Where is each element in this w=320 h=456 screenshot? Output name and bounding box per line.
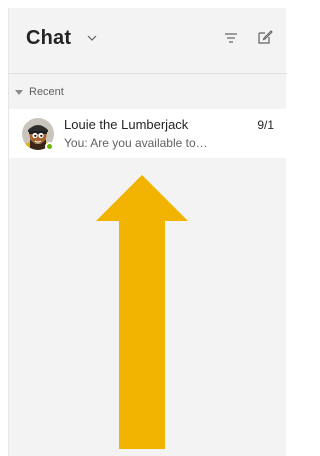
chevron-down-icon[interactable] xyxy=(86,33,98,43)
section-label: Recent xyxy=(29,86,64,98)
chat-preview: You: Are you available to… xyxy=(64,136,208,150)
caret-down-icon xyxy=(15,90,23,95)
header-divider xyxy=(9,73,287,74)
chat-header: Chat xyxy=(9,8,287,66)
presence-available-icon xyxy=(45,142,54,151)
chat-pane: Chat Recent Louie the Lumberjack 9/1 You… xyxy=(8,8,287,456)
chat-list-item[interactable]: Louie the Lumberjack 9/1 You: Are you av… xyxy=(9,109,287,158)
chat-name: Louie the Lumberjack xyxy=(64,117,189,132)
chat-date: 9/1 xyxy=(257,118,274,132)
compose-icon[interactable] xyxy=(256,28,274,46)
section-recent[interactable]: Recent xyxy=(9,84,287,104)
chat-title[interactable]: Chat xyxy=(26,27,71,50)
up-arrow-icon xyxy=(96,175,188,449)
filter-icon[interactable] xyxy=(222,30,240,46)
